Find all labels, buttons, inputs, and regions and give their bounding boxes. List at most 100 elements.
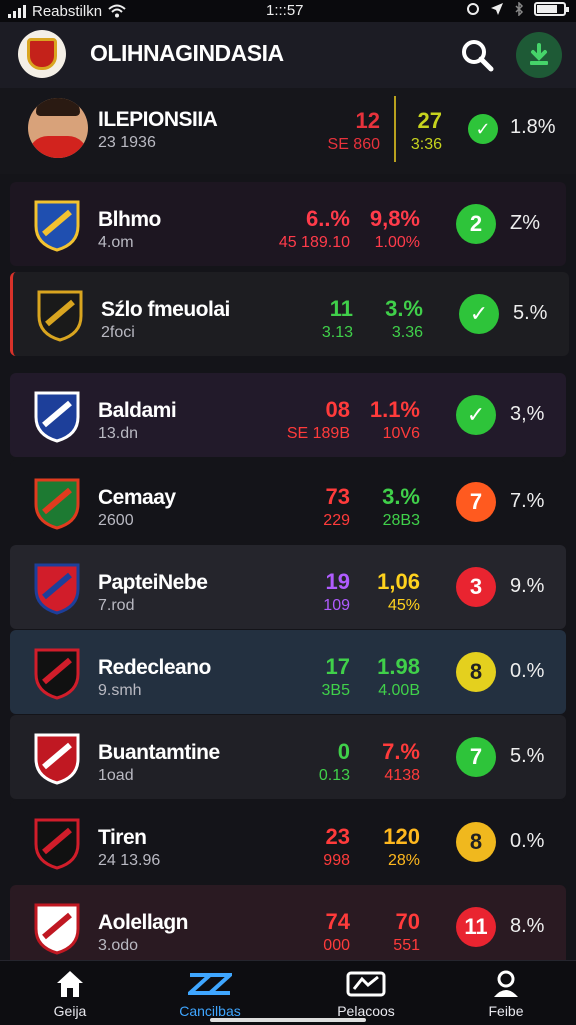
stat-secondary-sub: 28%: [387, 852, 420, 869]
app-logo[interactable]: [18, 30, 66, 78]
crest-icon: [27, 38, 57, 70]
stat-primary: 11: [329, 296, 353, 321]
team-crest-icon: [34, 391, 80, 443]
stat-secondary-sub: 45%: [387, 597, 420, 614]
team-crest-icon: [34, 478, 80, 530]
tab-profile[interactable]: Feibe: [436, 961, 576, 1025]
team-row[interactable]: Redecleano 9.smh 17 3B5 1.98 4.00B 8 0.%: [10, 630, 566, 714]
team-name: Redecleano: [98, 656, 211, 679]
percentage: 5.%: [510, 745, 545, 767]
bluetooth-icon: [515, 2, 524, 16]
stat-primary: 23: [325, 824, 350, 849]
percentage: 0.%: [510, 830, 545, 852]
team-row[interactable]: Buantamtine 1oad 0 0.13 7.% 4138 7 5.%: [10, 715, 566, 799]
stat-secondary-sub: 4138: [384, 767, 420, 784]
tab-home[interactable]: Geija: [0, 961, 140, 1025]
scores-icon: [188, 973, 232, 995]
page-title: OLIHNAGINDASIA: [90, 40, 284, 66]
download-icon: [530, 43, 548, 65]
check-icon: ✓: [468, 114, 498, 144]
team-row[interactable]: PapteiNebe 7.rod 19 109 1,06 45% 3 9.%: [10, 545, 566, 629]
team-name: PapteiNebe: [98, 571, 208, 594]
stat-primary-sub: SE 860: [327, 136, 380, 153]
tab-label: Geija: [53, 1003, 87, 1019]
stat-primary-sub: 229: [323, 512, 350, 529]
status-badge: 11: [456, 907, 496, 947]
team-crest-icon: [34, 733, 80, 785]
divider: [394, 96, 396, 162]
status-badge: 8: [456, 652, 496, 692]
stat-primary-sub: 45 189.10: [278, 234, 350, 251]
avatar: [28, 98, 88, 158]
team-sub: 3.odo: [98, 937, 139, 954]
stat-primary-sub: 3B5: [321, 682, 350, 699]
stat-secondary: 70: [395, 909, 420, 934]
stat-primary: 12: [355, 108, 380, 133]
status-badge: 8: [456, 822, 496, 862]
team-sub: 9.smh: [98, 682, 142, 699]
team-crest-icon: [34, 818, 80, 870]
stat-secondary-sub: 3.36: [391, 324, 423, 341]
wifi-icon: [108, 4, 126, 18]
stat-secondary-sub: 551: [393, 937, 420, 954]
status-badge: 7: [456, 737, 496, 777]
team-row[interactable]: Baldami 13.dn 08 SE 189B 1.1% 10V6 ✓ 3,%: [10, 373, 566, 457]
percentage: 8.%: [510, 915, 545, 937]
team-name: Sźlo fmeuolai: [101, 298, 230, 321]
team-crest-icon: [34, 648, 80, 700]
team-name: Baldami: [98, 399, 177, 422]
location-icon: [491, 3, 503, 15]
stat-secondary: 3.%: [382, 484, 420, 509]
status-badge: 2: [456, 204, 496, 244]
app-header: OLIHNAGINDASIA: [0, 22, 576, 89]
battery-icon: [534, 2, 569, 16]
stat-primary: 6..%: [305, 206, 350, 231]
stat-secondary: 3.%: [385, 296, 423, 321]
status-bar: Reabstilkn 1:::57: [0, 0, 576, 22]
tab-stats[interactable]: Pelacoos: [296, 961, 436, 1025]
team-name: Buantamtine: [98, 741, 220, 764]
stat-primary: 73: [325, 484, 350, 509]
percentage: 5.%: [513, 302, 548, 324]
team-row[interactable]: Cemaay 2600 73 229 3.% 28B3 7 7.%: [10, 460, 566, 544]
team-row[interactable]: Sźlo fmeuolai 2foci 11 3.13 3.% 3.36 ✓ 5.%: [10, 272, 569, 356]
stat-secondary: 1.1%: [369, 397, 420, 422]
tab-scores[interactable]: Cancilbas: [140, 961, 280, 1025]
percentage: 7.%: [510, 490, 545, 512]
stat-secondary-sub: 3:36: [410, 136, 442, 153]
stat-secondary-sub: 4.00B: [378, 682, 420, 699]
team-sub: 1oad: [98, 767, 134, 784]
stat-primary: 19: [325, 569, 350, 594]
stat-primary: 74: [325, 909, 350, 934]
bottom-tab-bar: Geija Cancilbas Pelacoos Feibe: [0, 960, 576, 1025]
status-badge: ✓: [459, 294, 499, 334]
team-sub: 2foci: [101, 324, 135, 341]
stat-primary: 0: [337, 739, 350, 764]
team-name: Tiren: [98, 826, 147, 849]
team-crest-icon: [34, 563, 80, 615]
team-crest-icon: [34, 200, 80, 252]
team-row[interactable]: Blhmo 4.om 6..% 45 189.10 9,8% 1.00% 2 Z%: [10, 182, 566, 266]
percentage: Z%: [510, 212, 540, 234]
stat-secondary: 7.%: [382, 739, 420, 764]
percentage: 1.8%: [510, 116, 556, 138]
stat-secondary: 120: [383, 824, 420, 849]
download-button[interactable]: [516, 32, 562, 78]
status-right: [466, 2, 569, 16]
tab-label: Feibe: [488, 1003, 524, 1019]
profile-icon: [494, 970, 518, 997]
status-left: Reabstilkn: [8, 0, 126, 22]
status-badge: 3: [456, 567, 496, 607]
stat-primary-sub: SE 189B: [286, 425, 350, 442]
team-row[interactable]: Aolellagn 3.odo 74 000 70 551 11 8.%: [10, 885, 566, 969]
stat-primary-sub: 998: [323, 852, 350, 869]
stat-secondary-sub: 1.00%: [374, 234, 420, 251]
percentage: 9.%: [510, 575, 545, 597]
tab-label: Cancilbas: [179, 1003, 241, 1019]
search-icon[interactable]: [458, 36, 496, 74]
featured-player-row[interactable]: ILEPIONSIIA 23 1936 12 SE 860 27 3:36 ✓ …: [0, 88, 576, 174]
clock: 1:::57: [266, 2, 304, 19]
stat-secondary: 27: [417, 108, 442, 133]
stat-primary-sub: 0.13: [318, 767, 350, 784]
team-row[interactable]: Tiren 24 13.96 23 998 120 28% 8 0.%: [10, 800, 566, 884]
